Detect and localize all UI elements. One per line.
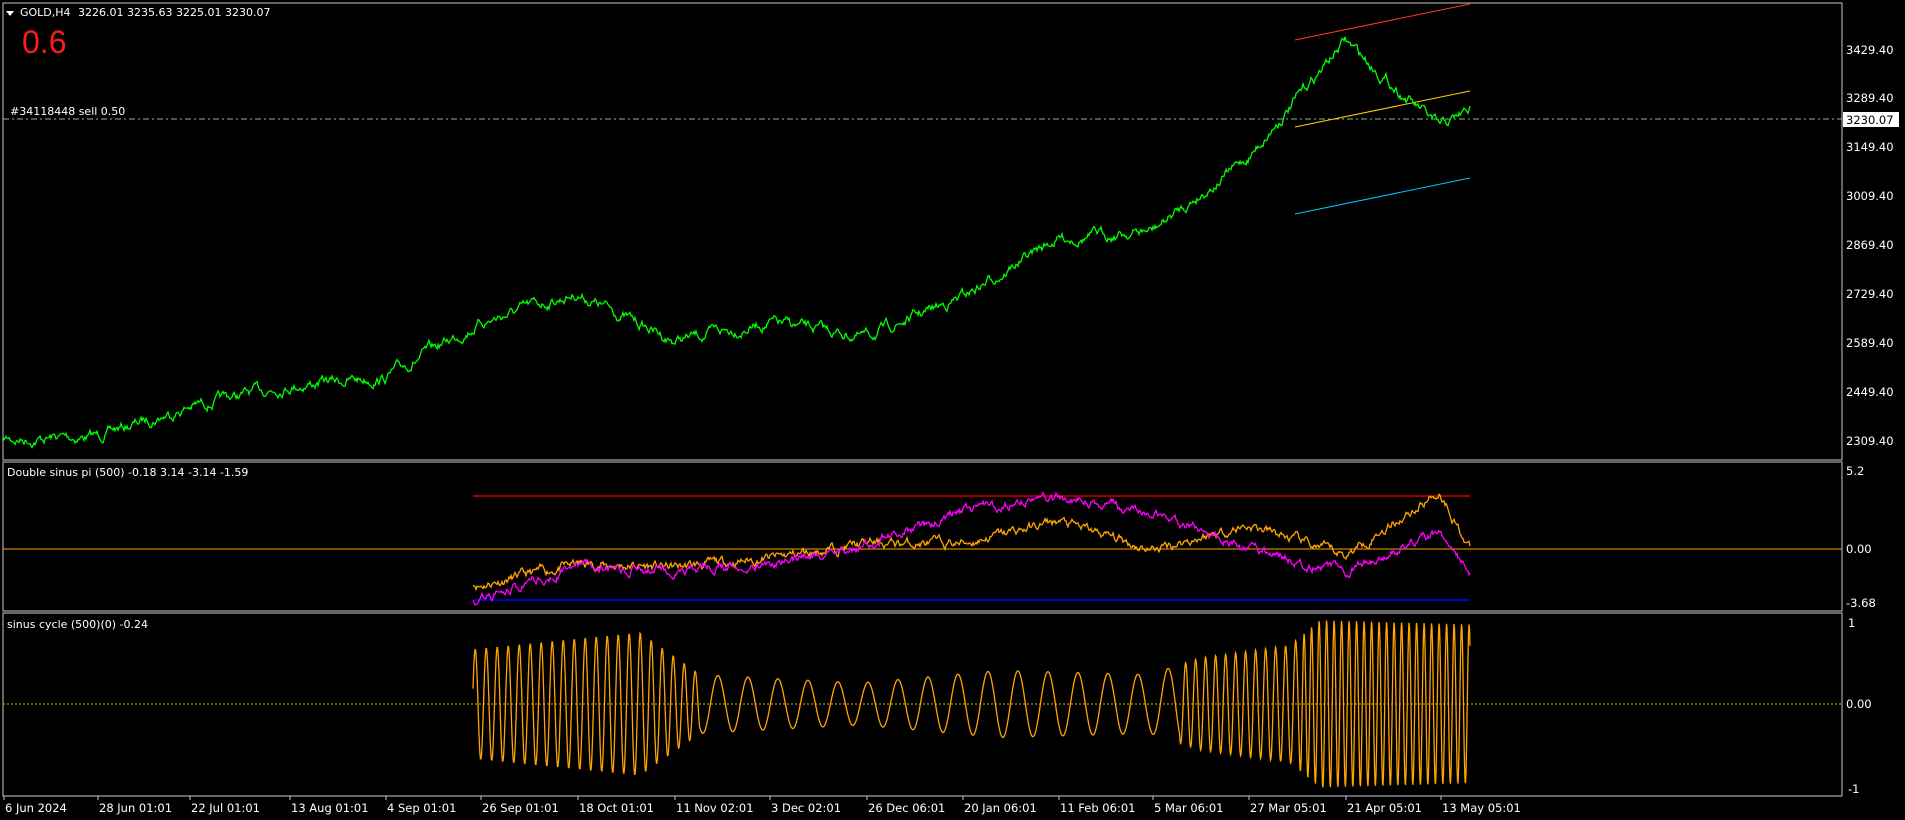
order-label: #34118448 sell 0.50 bbox=[10, 105, 125, 118]
time-tick-label: 13 Aug 01:01 bbox=[291, 801, 369, 815]
price-tick: 2309.40 bbox=[1846, 434, 1894, 448]
indicator2-panel-border bbox=[2, 612, 1843, 797]
chart-canvas[interactable]: GOLD,H4 3226.01 3235.63 3225.01 3230.07 … bbox=[0, 0, 1905, 820]
time-tick-label: 11 Nov 02:01 bbox=[676, 801, 754, 815]
ind2-tick: 0.00 bbox=[1846, 697, 1872, 711]
time-tick-label: 13 May 05:01 bbox=[1442, 801, 1521, 815]
time-tick-label: 26 Dec 06:01 bbox=[868, 801, 945, 815]
price-tick: 2449.40 bbox=[1846, 385, 1894, 399]
price-tick: 3149.40 bbox=[1846, 140, 1894, 154]
ind1-tick: 0.00 bbox=[1846, 542, 1872, 556]
time-tick-label: 3 Dec 02:01 bbox=[771, 801, 841, 815]
time-tick-label: 18 Oct 01:01 bbox=[579, 801, 654, 815]
indicator2-axis: 1 0.00 -1 bbox=[1846, 616, 1872, 796]
time-tick-label: 6 Jun 2024 bbox=[5, 801, 67, 815]
ind1-tick: -3.68 bbox=[1846, 596, 1876, 610]
current-price-label: 3230.07 bbox=[1846, 113, 1894, 127]
price-tick: 2729.40 bbox=[1846, 287, 1894, 301]
price-tick: 2869.40 bbox=[1846, 238, 1894, 252]
time-tick-label: 22 Jul 01:01 bbox=[191, 801, 260, 815]
time-tick-label: 26 Sep 01:01 bbox=[482, 801, 559, 815]
time-tick-label: 11 Feb 06:01 bbox=[1060, 801, 1135, 815]
indicator1-orange-series bbox=[472, 493, 1471, 592]
price-tick: 3009.40 bbox=[1846, 189, 1894, 203]
time-tick-label: 27 Mar 05:01 bbox=[1250, 801, 1327, 815]
channel-lower-line[interactable] bbox=[1294, 177, 1471, 215]
main-panel-border bbox=[2, 2, 1843, 461]
ohlc-values: 3226.01 3235.63 3225.01 3230.07 bbox=[78, 6, 270, 19]
time-tick-label: 21 Apr 05:01 bbox=[1347, 801, 1422, 815]
time-tick-label: 5 Mar 06:01 bbox=[1154, 801, 1223, 815]
channel-middle-line[interactable] bbox=[1294, 90, 1471, 128]
indicator2-title: sinus cycle (500)(0) -0.24 bbox=[7, 618, 148, 631]
price-tick: 2589.40 bbox=[1846, 336, 1894, 350]
time-axis: 6 Jun 2024 28 Jun 01:01 22 Jul 01:01 13 Aug… bbox=[3, 796, 1521, 815]
channel-upper-line[interactable] bbox=[1294, 3, 1471, 41]
time-tick-label: 28 Jun 01:01 bbox=[99, 801, 172, 815]
time-tick-label: 20 Jan 06:01 bbox=[964, 801, 1037, 815]
price-axis: 3429.40 3289.40 3149.40 3009.40 2869.40 … bbox=[1846, 43, 1894, 448]
price-series-line bbox=[2, 36, 1471, 449]
collapse-triangle-icon[interactable] bbox=[6, 11, 14, 16]
symbol-header: GOLD,H4 bbox=[20, 6, 71, 19]
price-tick: 3289.40 bbox=[1846, 91, 1894, 105]
indicator1-title: Double sinus pi (500) -0.18 3.14 -3.14 -… bbox=[7, 466, 248, 479]
indicator1-axis: 5.2 0.00 -3.68 bbox=[1846, 464, 1876, 610]
price-tick: 3429.40 bbox=[1846, 43, 1894, 57]
big-value: 0.6 bbox=[22, 24, 66, 60]
ind2-tick: 1 bbox=[1848, 616, 1855, 630]
ind1-tick: 5.2 bbox=[1846, 464, 1864, 478]
indicator1-panel-border bbox=[2, 461, 1843, 612]
time-tick-label: 4 Sep 01:01 bbox=[387, 801, 456, 815]
ind2-tick: -1 bbox=[1848, 782, 1859, 796]
